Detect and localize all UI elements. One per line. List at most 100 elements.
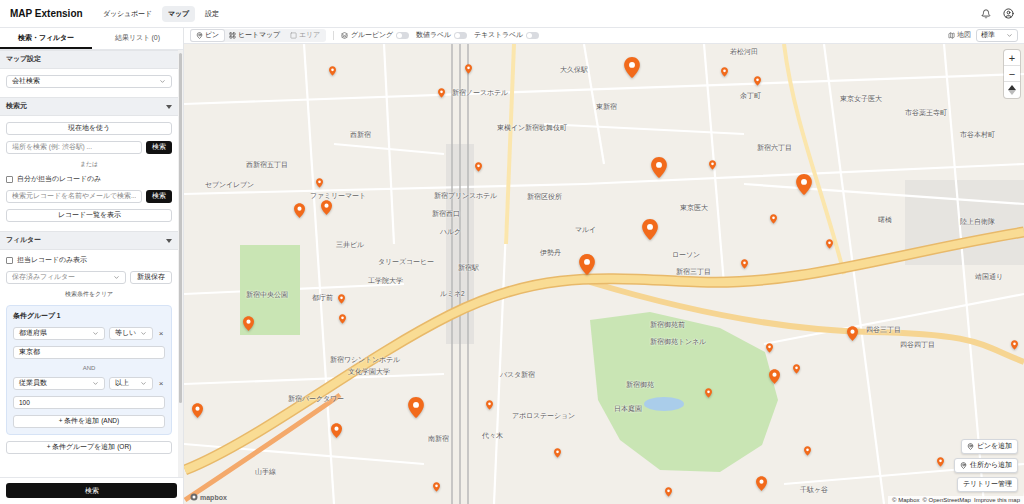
map-pin-icon[interactable] [554,448,561,458]
field-select[interactable]: 従業員数 [13,377,105,390]
map-pin-icon[interactable] [243,316,254,331]
map-pin-icon[interactable] [770,214,777,224]
search-type-select[interactable]: 会社検索 [6,75,172,88]
map-pin-icon[interactable] [438,88,445,98]
scrollbar-thumb[interactable] [179,53,182,403]
saved-filter-select[interactable]: 保存済みフィルター [6,271,126,284]
remove-button[interactable]: × [157,329,165,338]
map-pin-icon[interactable] [665,487,672,497]
compass-button[interactable] [1004,82,1020,98]
search-button[interactable]: 検索 [6,483,177,498]
save-filter-button[interactable]: 新規保存 [130,271,172,284]
map-pin-icon[interactable] [709,160,716,170]
map-canvas[interactable]: 大久保駅新宿ノースホテル東新宿東横イン新宿歌舞伎町西新宿五丁目西新宿新宿プリンス… [184,44,1024,504]
map-pin-icon[interactable] [937,457,944,467]
remove-button[interactable]: × [157,379,165,388]
map-pin-icon[interactable] [316,178,323,188]
place-search-row: 場所を検索 (例: 渋谷駅) ... 検索 [6,141,172,154]
mapbox-icon [190,493,198,501]
map-pin-icon[interactable] [579,254,595,275]
clear-link[interactable]: 検索条件をクリア [6,290,172,299]
sidebar-tab[interactable]: 結果リスト (0) [92,28,184,49]
map-pin-icon[interactable] [433,482,440,492]
map-pin-icon[interactable] [769,369,780,384]
map-pin-icon[interactable] [847,326,858,341]
logo[interactable]: MAP Extension [10,8,83,19]
mode-button[interactable]: ピン [191,30,224,41]
current-location-button[interactable]: 現在地を使う [6,122,172,135]
map-label: ファミリーマート [310,193,366,200]
mode-group: ピンヒートマップエリア [190,29,326,42]
operator-select[interactable]: 以上 [109,377,153,390]
map-pin-icon[interactable] [826,239,833,249]
map-pin-icon[interactable] [793,364,800,374]
zoom-out-button[interactable]: − [1004,66,1020,82]
attribution-link[interactable]: © Mapbox [892,497,919,503]
map-pin-icon[interactable] [486,400,493,410]
map-label: 代々木 [482,433,503,440]
toggle[interactable]: 数値ラベル [416,31,467,40]
switch[interactable] [454,32,467,39]
field-select[interactable]: 都道府県 [13,327,105,340]
map-pin-icon[interactable] [331,423,342,438]
section-header[interactable]: フィルター [0,231,178,250]
map-pin-icon[interactable] [705,388,712,398]
record-search-input[interactable]: 検索元レコードを名前やメールで検索... [6,190,142,203]
map-pin-icon[interactable] [754,76,761,86]
value-input[interactable]: 100 [13,396,165,409]
toggle[interactable]: グルーピング [341,31,409,40]
nav-item[interactable]: ダッシュボード [97,6,158,22]
map-pin-icon[interactable] [294,203,305,218]
switch[interactable] [526,32,539,39]
map-pin-icon[interactable] [408,397,424,418]
mode-button[interactable]: エリア [285,30,325,41]
zoom-in-button[interactable]: + [1004,50,1020,66]
map-pin-icon[interactable] [465,64,472,74]
record-list-button[interactable]: レコード一覧を表示 [6,209,172,222]
sidebar-tab[interactable]: 検索・フィルター [0,28,92,49]
checkbox[interactable] [6,176,13,183]
map-pin-icon[interactable] [329,66,336,76]
map-pin-icon[interactable] [651,157,667,178]
bell-icon[interactable] [981,9,991,19]
section-header[interactable]: 検索元 [0,97,178,116]
map-pin-icon[interactable] [338,294,345,304]
map-pin-icon[interactable] [766,343,773,353]
map-pin-icon[interactable] [321,200,332,215]
scrollbar[interactable] [178,50,183,477]
value-input[interactable]: 東京都 [13,346,165,359]
map-pin-icon[interactable] [756,476,767,491]
place-search-input[interactable]: 場所を検索 (例: 渋谷駅) ... [6,141,142,154]
mode-button[interactable]: ヒートマップ [224,30,285,41]
map-pin-icon[interactable] [1011,340,1018,350]
map-pin-icon[interactable] [475,162,482,172]
map-pin-icon[interactable] [339,314,346,324]
map-action-button[interactable]: 住所から追加 [954,458,1018,473]
checkbox[interactable] [6,257,13,264]
switch[interactable] [396,32,409,39]
map-pin-icon[interactable] [804,446,811,456]
add-condition-button[interactable]: + 条件を追加 (AND) [13,415,165,428]
operator-select[interactable]: 等しい [109,327,153,340]
mine-only-checkbox[interactable]: 自分が担当のレコードのみ [6,175,172,184]
user-icon[interactable] [1003,8,1014,19]
map-pin-icon[interactable] [741,259,748,269]
map-action-button[interactable]: ピンを追加 [961,439,1018,454]
nav-item[interactable]: マップ [162,6,195,22]
place-search-button[interactable]: 検索 [146,141,172,154]
mapbox-logo[interactable]: mapbox [190,493,227,501]
attribution-link[interactable]: Improve this map [974,497,1020,503]
map-pin-icon[interactable] [192,403,203,418]
assigned-only-checkbox[interactable]: 担当レコードのみ表示 [6,256,172,265]
add-group-button[interactable]: + 条件グループを追加 (OR) [6,441,172,454]
attribution-link[interactable]: © OpenStreetMap [923,497,971,503]
map-pin-icon[interactable] [624,57,640,78]
nav-item[interactable]: 設定 [199,6,225,22]
toggle[interactable]: テキストラベル [474,31,539,40]
map-action-button[interactable]: テリトリー管理 [957,477,1018,492]
map-pin-icon[interactable] [796,174,812,195]
map-pin-icon[interactable] [721,67,728,77]
basemap-select[interactable]: 標準 [976,29,1018,42]
map-pin-icon[interactable] [642,219,658,240]
record-search-button[interactable]: 検索 [146,190,172,203]
